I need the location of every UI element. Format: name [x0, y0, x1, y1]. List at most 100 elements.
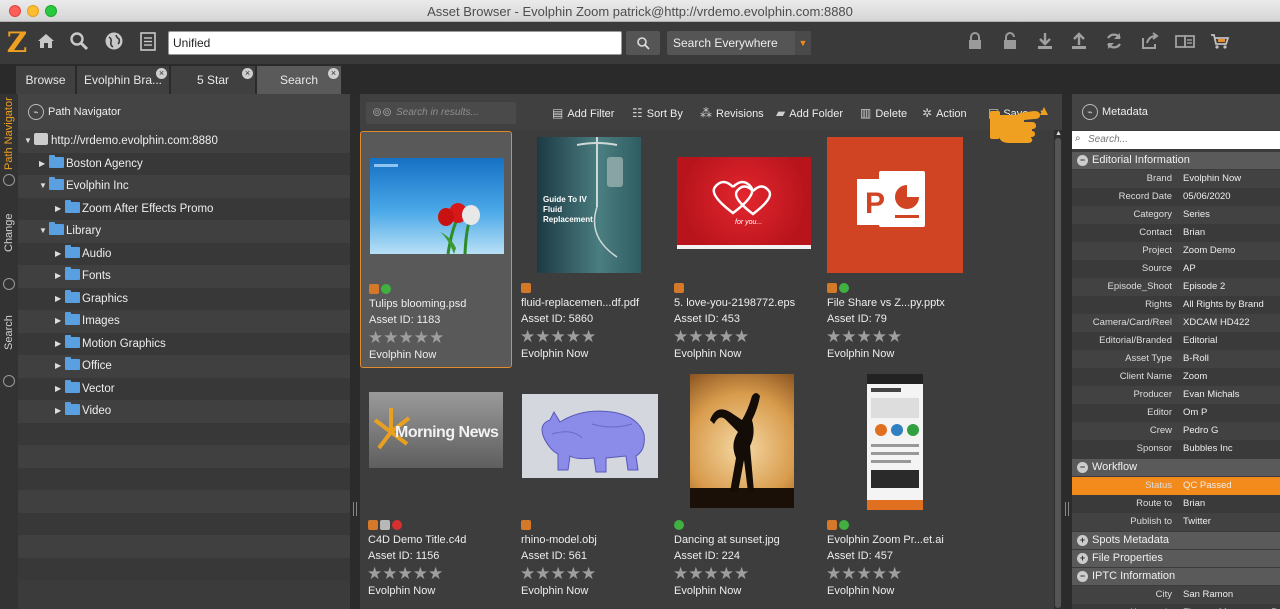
tab-search[interactable]: Search × [257, 66, 342, 94]
metadata-row[interactable]: Project Zoom Demo [1072, 242, 1280, 260]
add-folder-button[interactable]: ▰ Add Folder [776, 104, 843, 122]
metadata-row[interactable]: Editorial/Branded Editorial [1072, 332, 1280, 350]
asset-card[interactable]: rhino-model.obj Asset ID: 561 ★★★★★ Evolphi… [513, 368, 665, 605]
expanded-triangle-icon[interactable]: ▼ [24, 130, 34, 153]
left-splitter[interactable] [350, 94, 360, 609]
star-rating[interactable]: ★★★★★ [673, 564, 749, 584]
asset-thumbnail[interactable]: P [827, 137, 963, 273]
scroll-up-icon[interactable]: ▲ [1055, 130, 1062, 137]
tree-item[interactable]: ▼ Evolphin Inc [18, 175, 350, 198]
sort-by-button[interactable]: ☷ Sort By [632, 104, 683, 122]
asset-thumbnail[interactable] [690, 374, 794, 508]
metadata-row[interactable]: City San Ramon [1072, 586, 1280, 604]
vtab-search-categories[interactable]: Search Categories [0, 294, 33, 372]
tree-item[interactable]: ▶ Motion Graphics [18, 332, 350, 356]
search-submit-button[interactable] [626, 31, 660, 55]
asset-thumbnail[interactable]: Morning News [369, 392, 503, 468]
asset-card[interactable]: Morning News C4D Demo Title.c4d Asset ID: … [360, 368, 512, 605]
tree-item[interactable]: ▶ Vector [18, 377, 350, 400]
metadata-row[interactable]: Publish to Twitter [1072, 513, 1280, 531]
metadata-row[interactable]: Sponsor Bubbles Inc [1072, 440, 1280, 458]
cart-icon[interactable] [1207, 30, 1233, 56]
collapse-icon[interactable]: − [1077, 155, 1088, 166]
upload-icon[interactable] [1066, 30, 1092, 56]
metadata-row[interactable]: Editor Om P [1072, 404, 1280, 422]
star-rating[interactable]: ★★★★★ [826, 564, 902, 584]
collapsed-triangle-icon[interactable]: ▶ [55, 333, 65, 356]
collapsed-triangle-icon[interactable]: ▶ [55, 243, 65, 266]
asset-thumbnail[interactable] [522, 394, 658, 478]
star-rating[interactable]: ★★★★★ [520, 564, 596, 584]
tree-item[interactable]: ▼ http://vrdemo.evolphin.com:8880 [18, 130, 350, 153]
lock-icon[interactable] [962, 30, 988, 56]
scroll-thumb[interactable] [1055, 138, 1061, 608]
metadata-row[interactable]: Source AP [1072, 260, 1280, 278]
tree-item[interactable]: ▶ Video [18, 400, 350, 423]
asset-card[interactable]: Tulips blooming.psd Asset ID: 1183 ★★★★★ Ev… [360, 131, 512, 368]
delete-button[interactable]: ▥ Delete [860, 104, 907, 122]
metadata-row[interactable]: Category Series [1072, 206, 1280, 224]
refresh-icon[interactable] [1101, 30, 1127, 56]
metadata-row[interactable]: Status QC Passed [1072, 477, 1280, 495]
collapsed-triangle-icon[interactable]: ▶ [55, 400, 65, 423]
close-icon[interactable]: × [156, 68, 167, 79]
results-search-input[interactable]: ⊚⊚ Search in results... [366, 102, 516, 124]
collapsed-triangle-icon[interactable]: ▶ [55, 310, 65, 333]
expanded-triangle-icon[interactable]: ▼ [39, 175, 49, 198]
revisions-button[interactable]: ⁂ Revisions [700, 104, 764, 122]
tree-item[interactable]: ▶ Office [18, 355, 350, 378]
expanded-triangle-icon[interactable]: ▼ [39, 220, 49, 243]
collapsed-triangle-icon[interactable]: ▶ [55, 288, 65, 311]
asset-thumbnail[interactable] [867, 374, 923, 510]
tree-item[interactable]: ▶ Audio [18, 242, 350, 266]
star-rating[interactable]: ★★★★★ [826, 327, 902, 347]
collapsed-triangle-icon[interactable]: ▶ [55, 198, 65, 221]
tree-item[interactable]: ▶ Images [18, 310, 350, 333]
star-rating[interactable]: ★★★★★ [367, 564, 443, 584]
download-icon[interactable] [1032, 30, 1058, 56]
tab-5-star[interactable]: 5 Star × [171, 66, 256, 94]
search-icon[interactable] [66, 30, 92, 56]
metadata-row[interactable]: Keywords Flowers,Monuments,Pe [1072, 604, 1280, 609]
metadata-row[interactable]: Route to Brian [1072, 495, 1280, 513]
star-rating[interactable]: ★★★★★ [520, 327, 596, 347]
vtab-path-navigator[interactable]: Path Navigator [0, 96, 18, 172]
collapsed-triangle-icon[interactable]: ▶ [55, 355, 65, 378]
close-icon[interactable]: × [328, 68, 339, 79]
star-rating[interactable]: ★★★★★ [368, 328, 444, 348]
unlock-icon[interactable] [997, 30, 1023, 56]
collapse-icon[interactable]: − [1077, 571, 1088, 582]
asset-card[interactable]: for you... 5. love-you-2198772.eps Asset I… [666, 131, 818, 368]
metadata-row[interactable]: Episode_Shoot Episode 2 [1072, 278, 1280, 296]
metadata-row[interactable]: Camera/Card/Reel XDCAM HD422 [1072, 314, 1280, 332]
close-icon[interactable]: × [242, 68, 253, 79]
right-splitter[interactable] [1062, 94, 1072, 609]
metadata-section-header[interactable]: + File Properties [1072, 550, 1280, 567]
tree-item[interactable]: ▶ Graphics [18, 287, 350, 311]
list-icon[interactable] [135, 30, 161, 56]
compare-icon[interactable] [1172, 30, 1198, 56]
add-filter-button[interactable]: ▤ Add Filter [552, 104, 614, 122]
metadata-section-header[interactable]: − Workflow [1072, 459, 1280, 476]
search-scope-dropdown[interactable]: Search Everywhere ▼ [667, 31, 811, 55]
metadata-section-header[interactable]: − IPTC Information [1072, 568, 1280, 585]
globe-icon[interactable] [101, 30, 127, 56]
metadata-row[interactable]: Crew Pedro G [1072, 422, 1280, 440]
metadata-row[interactable]: Asset Type B-Roll [1072, 350, 1280, 368]
results-scrollbar[interactable]: ▲ [1054, 130, 1062, 609]
collapsed-triangle-icon[interactable]: ▶ [55, 265, 65, 288]
collapsed-triangle-icon[interactable]: ▶ [39, 153, 49, 176]
metadata-search-input[interactable]: ⌕ Search... [1072, 131, 1280, 149]
asset-thumbnail[interactable] [370, 158, 504, 254]
global-search-input[interactable] [168, 31, 622, 55]
asset-card[interactable]: Evolphin Zoom Pr...et.ai Asset ID: 457 ★★★… [819, 368, 971, 605]
metadata-row[interactable]: Client Name Zoom [1072, 368, 1280, 386]
asset-card[interactable]: P File Share vs Z...py.pptx Asset ID: 79 ★★… [819, 131, 971, 368]
star-rating[interactable]: ★★★★★ [673, 327, 749, 347]
tree-item[interactable]: ▶ Boston Agency [18, 152, 350, 176]
metadata-section-header[interactable]: − Editorial Information [1072, 152, 1280, 169]
tree-item[interactable]: ▼ Library [18, 220, 350, 243]
tree-item[interactable]: ▶ Zoom After Effects Promo [18, 197, 350, 221]
vtab-change-navigator[interactable]: Change Navigator [0, 190, 33, 276]
metadata-row[interactable]: Contact Brian [1072, 224, 1280, 242]
